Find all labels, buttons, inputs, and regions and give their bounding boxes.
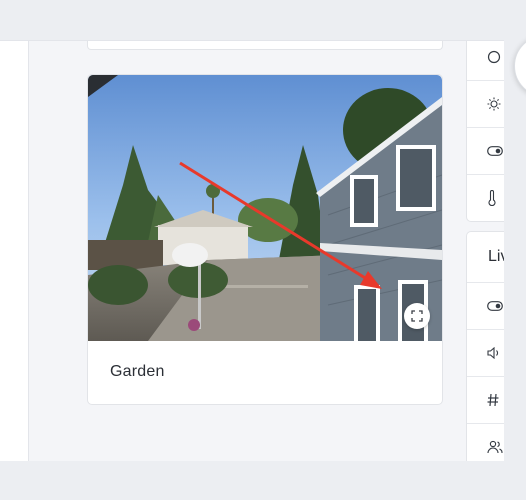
page: Garden Li <box>0 0 526 500</box>
panel-row-number[interactable] <box>467 377 504 424</box>
panel-row-volume[interactable] <box>467 330 504 377</box>
panel-row-toggle[interactable] <box>467 128 504 175</box>
hash-icon <box>487 393 499 407</box>
panel-row-toggle[interactable] <box>467 283 504 330</box>
toggle-icon <box>487 146 503 156</box>
camera-name: Garden <box>110 363 165 380</box>
right-panel-bottom: Liv <box>466 231 504 461</box>
left-sidebar <box>0 41 29 461</box>
right-column: Liv <box>466 41 504 461</box>
toggle-icon <box>487 301 503 311</box>
panel-row-temperature[interactable] <box>467 175 504 221</box>
floating-action-button[interactable] <box>514 35 526 97</box>
right-panel-top <box>466 41 504 222</box>
previous-card <box>87 41 443 50</box>
panel-row-brightness[interactable] <box>467 81 504 128</box>
camera-card[interactable]: Garden <box>87 74 443 405</box>
panel-row-circle[interactable] <box>467 41 504 81</box>
sun-icon <box>487 97 501 111</box>
speaker-icon <box>487 347 499 359</box>
fullscreen-button[interactable] <box>404 303 430 329</box>
circle-icon <box>487 50 501 64</box>
camera-snapshot[interactable] <box>88 75 442 341</box>
panel-row-people[interactable] <box>467 424 504 461</box>
dashboard-canvas: Garden Li <box>0 40 504 461</box>
people-icon <box>487 440 503 454</box>
fullscreen-icon <box>411 310 423 322</box>
camera-scene <box>88 75 442 341</box>
panel-header: Liv <box>467 232 504 283</box>
thermometer-icon <box>488 190 496 206</box>
